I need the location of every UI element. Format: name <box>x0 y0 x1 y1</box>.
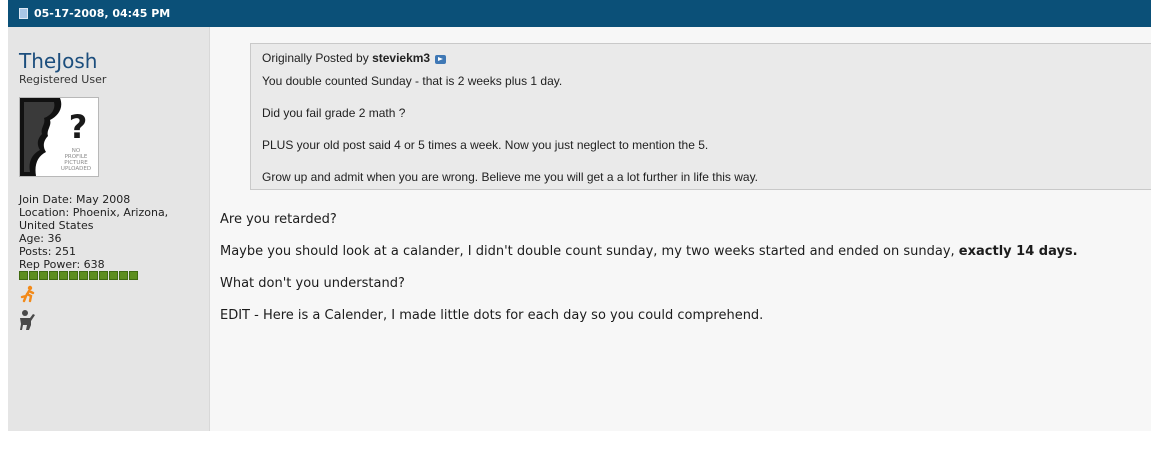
rep-block <box>109 271 118 280</box>
quote-line-2: Did you fail grade 2 math ? <box>262 106 406 120</box>
rep-block <box>89 271 98 280</box>
rep-block <box>19 271 28 280</box>
avatar-text-4: UPLOADED <box>61 166 91 172</box>
quote-prefix: Originally Posted by <box>262 51 373 65</box>
quote-line-4: Grow up and admit when you are wrong. Be… <box>262 170 759 184</box>
rep-block <box>39 271 48 280</box>
quote-block: Originally Posted by steviekm3 You doubl… <box>250 43 1151 190</box>
avatar[interactable]: ? NO PROFILE PICTURE UPLOADED <box>19 97 99 177</box>
rep-block <box>129 271 138 280</box>
username-link[interactable]: TheJosh <box>19 49 97 73</box>
post-count: Posts: 251 <box>19 245 76 258</box>
rep-block <box>69 271 78 280</box>
post-content: Originally Posted by steviekm3 You doubl… <box>210 27 1151 431</box>
rep-block <box>79 271 88 280</box>
rep-block <box>49 271 58 280</box>
aim-running-man-icon[interactable] <box>19 285 37 307</box>
message-line-2: Maybe you should look at a calander, I d… <box>220 244 1078 259</box>
message-line-2-text: Maybe you should look at a calander, I d… <box>220 244 959 259</box>
rep-block <box>59 271 68 280</box>
message-line-3: What don't you understand? <box>220 276 405 291</box>
view-post-icon[interactable] <box>435 55 447 65</box>
quote-line-1: You double counted Sunday - that is 2 we… <box>262 74 563 88</box>
post-date: 05-17-2008, 04:45 PM <box>34 7 171 20</box>
message-line-1: Are you retarded? <box>220 212 337 227</box>
user-info-panel: TheJosh Registered User ? NO PROFILE PIC… <box>8 27 210 431</box>
quote-line-3: PLUS your old post said 4 or 5 times a w… <box>262 138 709 152</box>
user-title: Registered User <box>19 73 107 86</box>
post-document-icon <box>19 8 28 19</box>
location-continued: United States <box>19 219 94 232</box>
svg-text:?: ? <box>69 108 88 146</box>
rep-block <box>99 271 108 280</box>
join-date: Join Date: May 2008 <box>19 193 131 206</box>
user-stats: Join Date: May 2008 Location: Phoenix, A… <box>19 193 168 271</box>
no-profile-picture-icon: ? NO PROFILE PICTURE UPLOADED <box>20 98 91 176</box>
rep-block <box>119 271 128 280</box>
yahoo-messenger-icon[interactable] <box>17 309 37 335</box>
rep-block <box>29 271 38 280</box>
quote-header: Originally Posted by steviekm3 <box>262 51 447 65</box>
message-line-2-bold: exactly 14 days. <box>958 244 1078 259</box>
reputation-bar[interactable] <box>19 271 138 280</box>
rep-power: Rep Power: 638 <box>19 258 105 271</box>
age: Age: 36 <box>19 232 62 245</box>
message-line-4: EDIT - Here is a Calender, I made little… <box>220 308 764 323</box>
post-header: 05-17-2008, 04:45 PM <box>8 0 1151 27</box>
location: Location: Phoenix, Arizona, <box>19 206 169 219</box>
quote-author: steviekm3 <box>372 51 431 65</box>
